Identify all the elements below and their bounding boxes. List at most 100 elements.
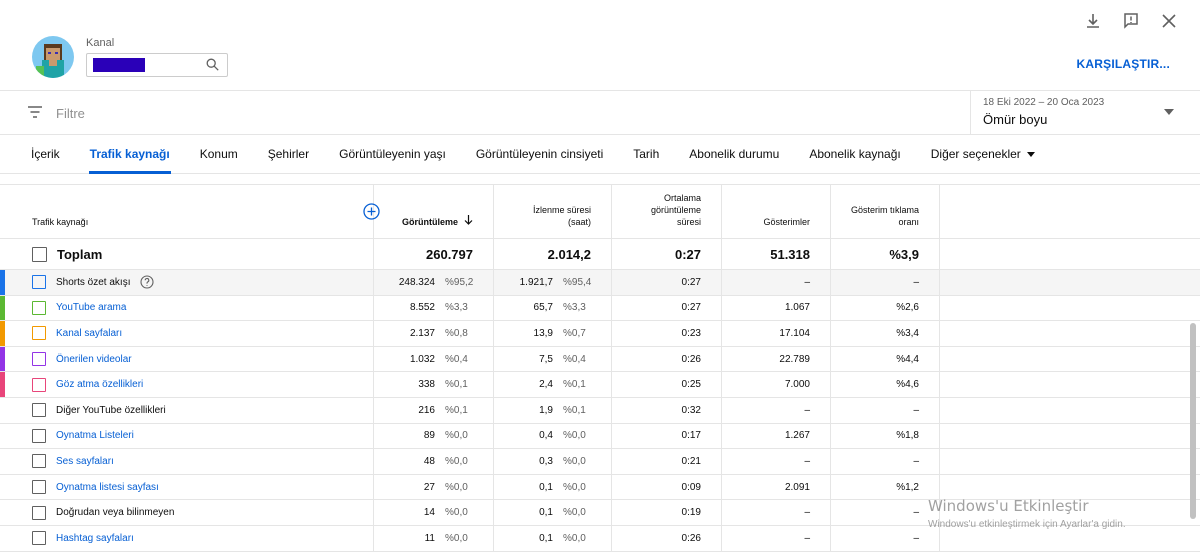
ctr-cell: %2,6 (830, 295, 940, 321)
views-percent: %0,0 (445, 455, 468, 467)
row-checkbox[interactable] (32, 352, 46, 367)
views-value: 338 (418, 379, 435, 391)
tab-subscription-status[interactable]: Abonelik durumu (674, 136, 794, 174)
help-icon[interactable] (140, 275, 155, 289)
row-checkbox[interactable] (32, 326, 46, 341)
search-icon[interactable] (206, 58, 219, 76)
row-checkbox[interactable] (32, 403, 46, 418)
views-percent: %0,0 (445, 430, 468, 442)
watch-time-percent: %0,1 (563, 379, 586, 391)
column-header-impressions[interactable]: Gösterimler (721, 185, 830, 238)
row-checkbox[interactable] (32, 300, 46, 315)
tab-location[interactable]: Konum (185, 136, 253, 174)
row-checkbox[interactable] (32, 505, 46, 520)
column-header-label: Gösterimler (763, 216, 810, 227)
tab-content[interactable]: İçerik (16, 136, 75, 174)
row-checkbox[interactable] (32, 377, 46, 392)
add-column-icon[interactable] (363, 203, 380, 225)
channel-search-input[interactable] (86, 53, 228, 77)
row-name-cell: Doğrudan veya bilinmeyen (0, 500, 373, 525)
windows-activation-watermark: Windows'u Etkinleştir Windows'u etkinleş… (928, 497, 1126, 530)
watch-time-value: 0,4 (539, 430, 553, 442)
table-row[interactable]: Ses sayfaları 48 %0,0 0,3 %0,0 0:21 – – (0, 449, 1200, 475)
avg-duration-cell: 0:19 (611, 500, 721, 525)
column-header-label: Görüntüleme (401, 216, 458, 227)
traffic-source-name[interactable]: Ses sayfaları (56, 456, 114, 467)
traffic-source-name[interactable]: YouTube arama (56, 302, 126, 313)
views-value: 89 (423, 430, 435, 442)
row-checkbox[interactable] (32, 480, 46, 495)
column-header-avg-view-duration[interactable]: Ortalama görüntüleme süresi (611, 185, 721, 238)
total-avg-duration: 0:27 (611, 239, 721, 269)
column-header-watch-time[interactable]: İzlenme süresi (saat) (493, 185, 611, 238)
scrollbar[interactable] (1190, 323, 1196, 519)
table-row[interactable]: Oynatma Listeleri 89 %0,0 0,4 %0,0 0:17 … (0, 423, 1200, 450)
date-range-selector[interactable]: 18 Eki 2022 – 20 Oca 2023 Ömür boyu (970, 91, 1200, 134)
row-name-cell: Diğer YouTube özellikleri (0, 398, 373, 423)
traffic-source-name[interactable]: Oynatma Listeleri (56, 430, 134, 441)
watch-time-percent: %0,4 (563, 353, 586, 365)
sort-down-icon[interactable] (464, 214, 473, 228)
row-name-cell: Oynatma listesi sayfası (0, 475, 373, 500)
avg-duration-cell: 0:25 (611, 372, 721, 397)
table-row[interactable]: Diğer YouTube özellikleri 216 %0,1 1,9 %… (0, 397, 1200, 424)
filter-icon[interactable] (27, 105, 43, 124)
views-cell: 248.324 %95,2 (373, 270, 493, 295)
table-row[interactable]: YouTube arama 8.552 %3,3 65,7 %3,3 0:27 … (0, 295, 1200, 322)
table-row[interactable]: Göz atma özellikleri 338 %0,1 2,4 %0,1 0… (0, 372, 1200, 398)
watch-time-value: 2,4 (539, 379, 553, 391)
feedback-icon[interactable] (1122, 12, 1140, 30)
row-name-cell: Toplam (0, 239, 373, 269)
download-icon[interactable] (1084, 12, 1102, 30)
column-header-views[interactable]: Görüntüleme (373, 185, 493, 238)
row-checkbox[interactable] (32, 428, 46, 443)
tab-label: Konum (199, 147, 238, 161)
watch-time-percent: %0,0 (563, 532, 586, 544)
tab-cities[interactable]: Şehirler (253, 136, 324, 174)
ctr-cell: %1,2 (830, 474, 940, 500)
avg-duration-cell: 0:27 (611, 270, 721, 295)
traffic-source-name[interactable]: Kanal sayfaları (56, 328, 122, 339)
watch-time-cell: 1,9 %0,1 (493, 397, 611, 423)
watch-time-percent: %0,7 (563, 327, 586, 339)
traffic-source-name: Diğer YouTube özellikleri (56, 404, 166, 416)
column-header-label: Ortalama görüntüleme süresi (650, 192, 701, 227)
table-row[interactable]: Önerilen videolar 1.032 %0,4 7,5 %0,4 0:… (0, 346, 1200, 373)
tab-subscription-source[interactable]: Abonelik kaynağı (794, 136, 915, 174)
traffic-source-name[interactable]: Hashtag sayfaları (56, 533, 134, 544)
views-percent: %3,3 (445, 302, 468, 314)
avg-duration-cell: 0:26 (611, 525, 721, 551)
ctr-cell: %1,8 (830, 423, 940, 449)
ctr-cell: – (830, 500, 940, 525)
views-cell: 216 %0,1 (373, 397, 493, 423)
impressions-cell: 7.000 (721, 372, 830, 397)
row-name-cell: YouTube arama (0, 296, 373, 321)
close-icon[interactable] (1160, 12, 1178, 30)
tab-viewer-age[interactable]: Görüntüleyenin yaşı (324, 136, 461, 174)
impressions-cell: – (721, 449, 830, 474)
total-watch-time: 2.014,2 (493, 239, 611, 269)
compare-button[interactable]: KARŞILAŞTIR... (1077, 57, 1170, 71)
tab-more-options[interactable]: Diğer seçenekler (916, 136, 1050, 174)
watch-time-percent: %3,3 (563, 302, 586, 314)
traffic-source-name[interactable]: Önerilen videolar (56, 354, 132, 365)
table-row[interactable]: Shorts özet akışı 248.324 %95,2 1.921,7 … (0, 270, 1200, 296)
traffic-source-name[interactable]: Göz atma özellikleri (56, 379, 143, 390)
watch-time-cell: 0,1 %0,0 (493, 500, 611, 525)
filter-input[interactable]: Filtre (56, 106, 85, 121)
watch-time-value: 0,3 (539, 455, 553, 467)
select-all-checkbox[interactable] (32, 246, 47, 262)
traffic-source-name[interactable]: Oynatma listesi sayfası (56, 482, 159, 493)
table-row[interactable]: Kanal sayfaları 2.137 %0,8 13,9 %0,7 0:2… (0, 321, 1200, 347)
watch-time-value: 13,9 (533, 327, 553, 339)
row-checkbox[interactable] (32, 275, 46, 290)
row-checkbox[interactable] (32, 454, 46, 469)
tab-date[interactable]: Tarih (618, 136, 674, 174)
column-header-ctr[interactable]: Gösterim tıklama oranı (830, 185, 940, 238)
tab-viewer-gender[interactable]: Görüntüleyenin cinsiyeti (461, 136, 618, 174)
tab-traffic-source[interactable]: Trafik kaynağı (75, 136, 185, 174)
table-header: Trafik kaynağı Görüntüleme İzlenme süres… (0, 184, 1200, 239)
avg-duration-cell: 0:23 (611, 321, 721, 346)
views-cell: 48 %0,0 (373, 449, 493, 474)
row-checkbox[interactable] (32, 531, 46, 546)
